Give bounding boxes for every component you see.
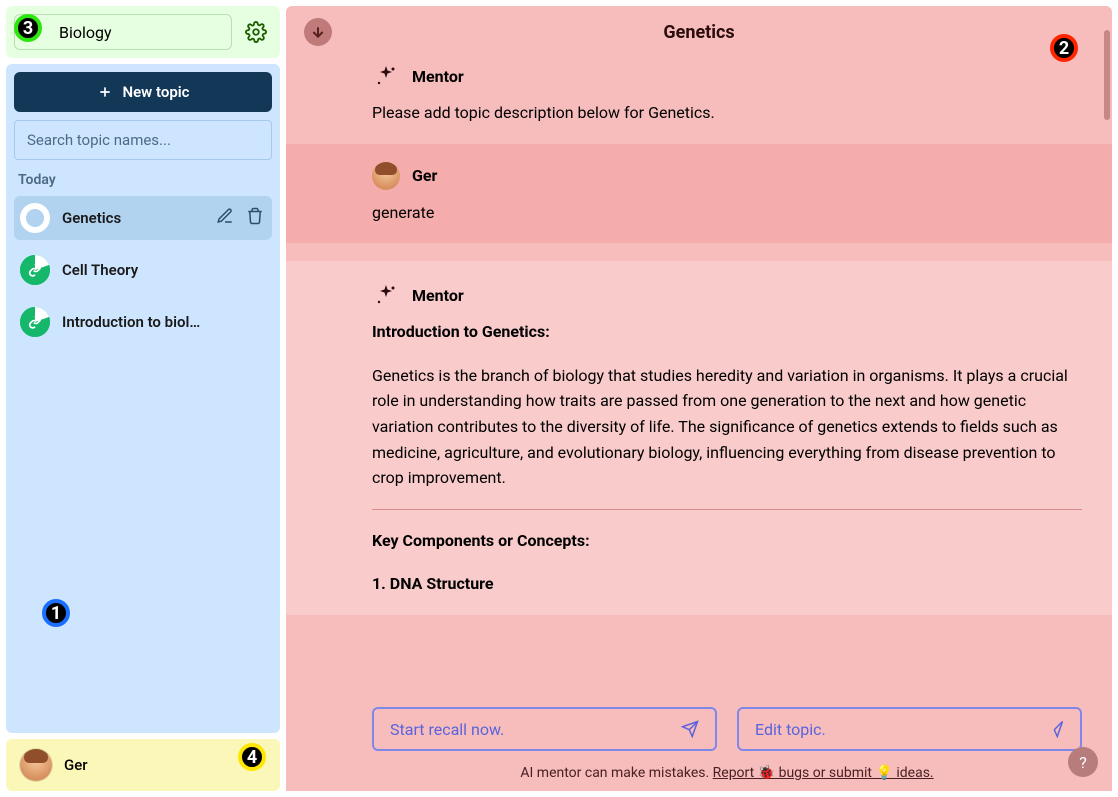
user-panel[interactable]: Ger 4 bbox=[6, 739, 280, 791]
edit-topic-button[interactable] bbox=[216, 207, 234, 229]
annotation-marker-3: 3 bbox=[14, 14, 42, 42]
link-icon bbox=[28, 315, 42, 329]
delete-topic-button[interactable] bbox=[246, 207, 264, 229]
progress-ring-icon bbox=[20, 307, 50, 337]
start-recall-button[interactable]: Start recall now. bbox=[372, 707, 717, 751]
link-icon bbox=[28, 263, 42, 277]
topic-group-label: Today bbox=[18, 172, 272, 188]
avatar bbox=[20, 749, 52, 781]
send-icon bbox=[681, 720, 699, 738]
avatar bbox=[372, 162, 400, 190]
main-panel: 2 Genetics ⟨ Mentor Please add topic des… bbox=[286, 6, 1112, 791]
content-paragraph: Genetics is the branch of biology that s… bbox=[372, 363, 1082, 491]
new-topic-label: New topic bbox=[123, 83, 190, 101]
subject-select[interactable]: Biology bbox=[14, 14, 232, 50]
report-bugs-link[interactable]: Report 🐞 bugs or submit 💡 ideas. bbox=[713, 765, 934, 781]
conversation: Mentor Please add topic description belo… bbox=[286, 58, 1112, 689]
arrow-down-icon bbox=[310, 24, 326, 40]
message-author: Mentor bbox=[412, 286, 464, 305]
sparkles-icon bbox=[372, 62, 400, 90]
message-user: Ger generate bbox=[286, 144, 1112, 244]
topic-label: Genetics bbox=[62, 209, 121, 227]
edit-topic-action-button[interactable]: Edit topic. bbox=[737, 707, 1082, 751]
new-topic-button[interactable]: New topic bbox=[14, 72, 272, 112]
topic-label: Cell Theory bbox=[62, 261, 138, 279]
message-author: Ger bbox=[412, 166, 437, 185]
username-label: Ger bbox=[64, 756, 88, 774]
disclaimer: AI mentor can make mistakes. Report 🐞 bu… bbox=[372, 765, 1082, 785]
topic-label: Introduction to biolo... bbox=[62, 313, 207, 331]
main-footer: Start recall now. Edit topic. AI mentor … bbox=[286, 689, 1112, 791]
action-row: Start recall now. Edit topic. bbox=[372, 707, 1082, 751]
message-author: Mentor bbox=[412, 67, 464, 86]
action-label: Edit topic. bbox=[755, 720, 826, 739]
plus-icon bbox=[97, 84, 113, 100]
scroll-down-button[interactable] bbox=[304, 18, 332, 46]
send-icon bbox=[1046, 720, 1064, 738]
trash-icon bbox=[246, 207, 264, 225]
content-subheading: Key Components or Concepts: bbox=[372, 531, 590, 550]
topic-row-cell-theory[interactable]: Cell Theory bbox=[14, 248, 272, 292]
progress-ring-icon bbox=[20, 203, 50, 233]
page-title: Genetics bbox=[346, 22, 1052, 43]
annotation-marker-1: 1 bbox=[42, 599, 70, 627]
sidebar-body: New topic Today Genetics Cell Theory bbox=[6, 64, 280, 733]
content-list-item: 1. DNA Structure bbox=[372, 574, 494, 593]
message-mentor: Mentor Introduction to Genetics: Genetic… bbox=[286, 261, 1112, 615]
search-input[interactable] bbox=[14, 120, 272, 160]
help-button[interactable]: ? bbox=[1068, 747, 1098, 777]
topic-row-genetics[interactable]: Genetics bbox=[14, 196, 272, 240]
sidebar: 3 Biology ⌃⌄ New topic Today Genetics bbox=[0, 0, 286, 797]
message-mentor: Mentor Please add topic description belo… bbox=[372, 62, 1082, 126]
main-header: Genetics bbox=[286, 6, 1112, 58]
annotation-marker-2: 2 bbox=[1050, 34, 1078, 62]
subject-bar: Biology ⌃⌄ bbox=[6, 6, 280, 58]
pencil-icon bbox=[216, 207, 234, 225]
annotation-marker-4: 4 bbox=[238, 743, 266, 771]
message-body: generate bbox=[372, 200, 1082, 226]
message-body: Introduction to Genetics: Genetics is th… bbox=[286, 319, 1112, 615]
settings-button[interactable] bbox=[240, 16, 272, 48]
message-body: Please add topic description below for G… bbox=[372, 100, 1082, 126]
action-label: Start recall now. bbox=[390, 720, 504, 739]
topic-row-intro-biology[interactable]: Introduction to biolo... bbox=[14, 300, 272, 344]
disclaimer-text: AI mentor can make mistakes. bbox=[520, 765, 712, 781]
progress-ring-icon bbox=[20, 255, 50, 285]
divider bbox=[372, 509, 1082, 510]
sparkles-icon bbox=[372, 281, 400, 309]
content-heading: Introduction to Genetics: bbox=[372, 322, 550, 341]
gear-icon bbox=[245, 21, 267, 43]
